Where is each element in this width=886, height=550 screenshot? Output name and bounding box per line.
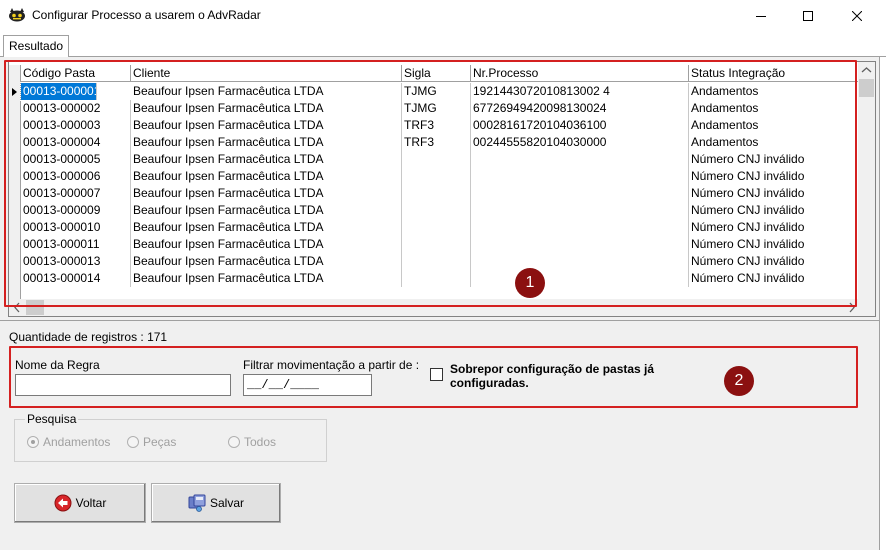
- back-arrow-icon: [54, 494, 72, 512]
- advradar-cat-icon: [9, 8, 25, 22]
- save-button-label: Salvar: [209, 496, 244, 510]
- tab-resultado[interactable]: Resultado: [3, 35, 70, 58]
- back-button-label: Voltar: [75, 496, 107, 510]
- close-button[interactable]: [834, 0, 880, 31]
- minimize-icon: [756, 15, 766, 17]
- radio-todos-label: Todos: [244, 435, 277, 449]
- main-content: Código Pasta Cliente Sigla Nr.Processo S…: [0, 57, 880, 550]
- radio-pecas[interactable]: [127, 436, 139, 448]
- radio-andamentos-label: Andamentos: [43, 435, 111, 449]
- window-title: Configurar Processo a usarem o AdvRadar: [32, 8, 261, 22]
- search-group-title: Pesquisa: [25, 412, 79, 426]
- maximize-icon: [803, 10, 813, 21]
- divider: [0, 320, 880, 321]
- maximize-button[interactable]: [785, 0, 831, 31]
- vertical-scrollbar[interactable]: [858, 62, 875, 301]
- tab-bar: Resultado: [0, 31, 886, 58]
- record-count: Quantidade de registros : 171: [9, 330, 168, 344]
- back-button[interactable]: Voltar: [14, 483, 146, 523]
- annotation-badge-2: 2: [724, 366, 754, 396]
- scroll-up-icon[interactable]: [858, 62, 875, 79]
- radio-andamentos[interactable]: [27, 436, 39, 448]
- annotation-badge-1: 1: [515, 268, 545, 298]
- save-icon: [188, 494, 206, 512]
- vertical-scroll-thumb[interactable]: [859, 79, 874, 97]
- scroll-corner: [858, 299, 875, 316]
- radio-pecas-label: Peças: [143, 435, 177, 449]
- annotation-highlight-grid: [4, 60, 857, 307]
- save-button[interactable]: Salvar: [151, 483, 281, 523]
- minimize-button[interactable]: [738, 0, 784, 31]
- close-icon: [852, 10, 862, 21]
- title-bar: Configurar Processo a usarem o AdvRadar: [0, 0, 886, 31]
- radio-todos[interactable]: [228, 436, 240, 448]
